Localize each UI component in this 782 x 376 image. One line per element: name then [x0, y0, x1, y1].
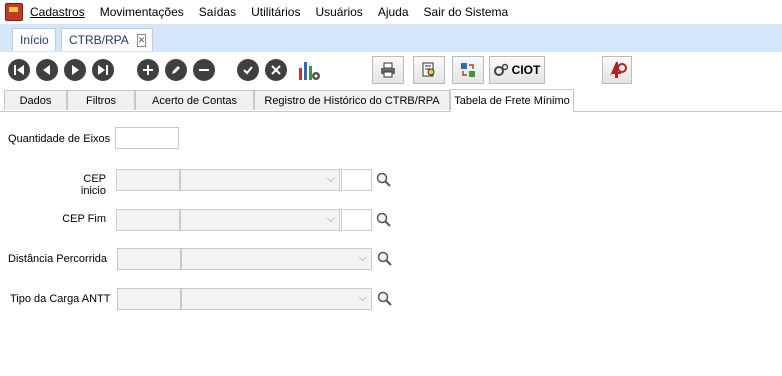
swap-icon [461, 63, 475, 77]
tab-inicio-label: Início [20, 33, 49, 47]
delete-button[interactable] [193, 59, 215, 81]
last-icon [98, 65, 108, 75]
tab-ctrb-rpa[interactable]: CTRB/RPA ✕ [61, 28, 153, 51]
pencil-icon [172, 66, 180, 74]
chart-report-button[interactable] [297, 58, 321, 82]
add-button[interactable] [137, 59, 159, 81]
menu-bar: Cadastros Movimentações Saídas Utilitári… [0, 0, 782, 24]
previous-icon [43, 65, 50, 75]
document-preview-button[interactable] [413, 56, 445, 84]
x-icon [271, 65, 281, 75]
confirm-button[interactable] [237, 59, 259, 81]
subtab-filtros[interactable]: Filtros [67, 90, 135, 110]
tab-inicio[interactable]: Início [12, 28, 56, 51]
subtab-acerto-de-contas[interactable]: Acerto de Contas [135, 90, 254, 110]
print-button[interactable] [372, 56, 404, 84]
ciot-label: CIOT [511, 63, 541, 77]
cancel-button[interactable] [265, 59, 287, 81]
chevron-down-icon: ⌵ [358, 292, 367, 304]
subtab-tabela-frete-minimo[interactable]: Tabela de Frete Mínimo [450, 89, 574, 112]
next-record-button[interactable] [64, 59, 86, 81]
search-icon[interactable] [376, 212, 392, 228]
menu-cadastros[interactable]: Cadastros [30, 5, 85, 19]
chevron-down-icon: ⌵ [358, 252, 367, 264]
menu-sair[interactable]: Sair do Sistema [424, 5, 509, 19]
tab-ctrb-rpa-label: CTRB/RPA [69, 33, 129, 47]
distancia-label: Distância Percorrida [8, 253, 108, 265]
chevron-down-icon: ⌵ [326, 213, 335, 225]
next-icon [72, 65, 79, 75]
subtab-registro-historico[interactable]: Registro de Histórico do CTRB/RPA [254, 90, 450, 110]
plus-icon [143, 65, 153, 75]
menu-usuarios[interactable]: Usuários [315, 5, 362, 19]
menu-movimentacoes[interactable]: Movimentações [100, 5, 184, 19]
tipo-carga-label: Tipo da Carga ANTT [10, 293, 111, 305]
close-tab-icon[interactable]: ✕ [136, 33, 147, 47]
cep-fim-combo[interactable]: ⌵ [180, 209, 340, 231]
search-icon[interactable] [377, 251, 393, 267]
document-magnifier-icon [422, 62, 435, 77]
minus-icon [199, 69, 209, 71]
menu-ajuda[interactable]: Ajuda [378, 5, 409, 19]
tipo-carga-code-input[interactable] [117, 288, 181, 310]
app-icon[interactable] [5, 3, 23, 21]
edit-button[interactable] [165, 59, 187, 81]
tipo-carga-combo[interactable]: ⌵ [181, 288, 372, 310]
distancia-code-input[interactable] [117, 248, 181, 270]
app-logo-button[interactable] [602, 56, 632, 84]
search-icon[interactable] [377, 291, 393, 307]
document-tabs-bar: Início CTRB/RPA ✕ [0, 24, 782, 52]
gears-icon [493, 63, 508, 76]
distancia-combo[interactable]: ⌵ [181, 248, 372, 270]
previous-record-button[interactable] [36, 59, 58, 81]
cep-fim-extra-input[interactable] [341, 209, 372, 231]
chevron-down-icon: ⌵ [326, 173, 335, 185]
ciot-button[interactable]: CIOT [489, 56, 545, 84]
toolbar: CIOT [0, 52, 782, 88]
cep-inicio-combo[interactable]: ⌵ [180, 169, 340, 191]
cep-fim-label: CEP Fim [62, 213, 106, 225]
qtd-eixos-input[interactable] [115, 127, 179, 149]
transfer-button[interactable] [452, 56, 484, 84]
cep-inicio-extra-input[interactable] [341, 169, 372, 191]
search-icon[interactable] [376, 172, 392, 188]
cep-fim-code-input[interactable] [116, 209, 180, 231]
subtab-dados[interactable]: Dados [4, 90, 67, 110]
printer-icon [381, 62, 395, 78]
qtd-eixos-label: Quantidade de Eixos [8, 133, 111, 145]
cep-inicio-label: CEP inicio [80, 173, 106, 197]
check-icon [243, 66, 253, 75]
menu-utilitarios[interactable]: Utilitários [251, 5, 300, 19]
last-record-button[interactable] [92, 59, 114, 81]
menu-saidas[interactable]: Saídas [199, 5, 236, 19]
cep-inicio-code-input[interactable] [116, 169, 180, 191]
sub-tabs-bar: Dados Filtros Acerto de Contas Registro … [0, 89, 782, 112]
first-record-button[interactable] [8, 59, 30, 81]
first-icon [14, 65, 24, 75]
logo-icon [610, 62, 627, 78]
bar-chart-icon [299, 62, 320, 80]
